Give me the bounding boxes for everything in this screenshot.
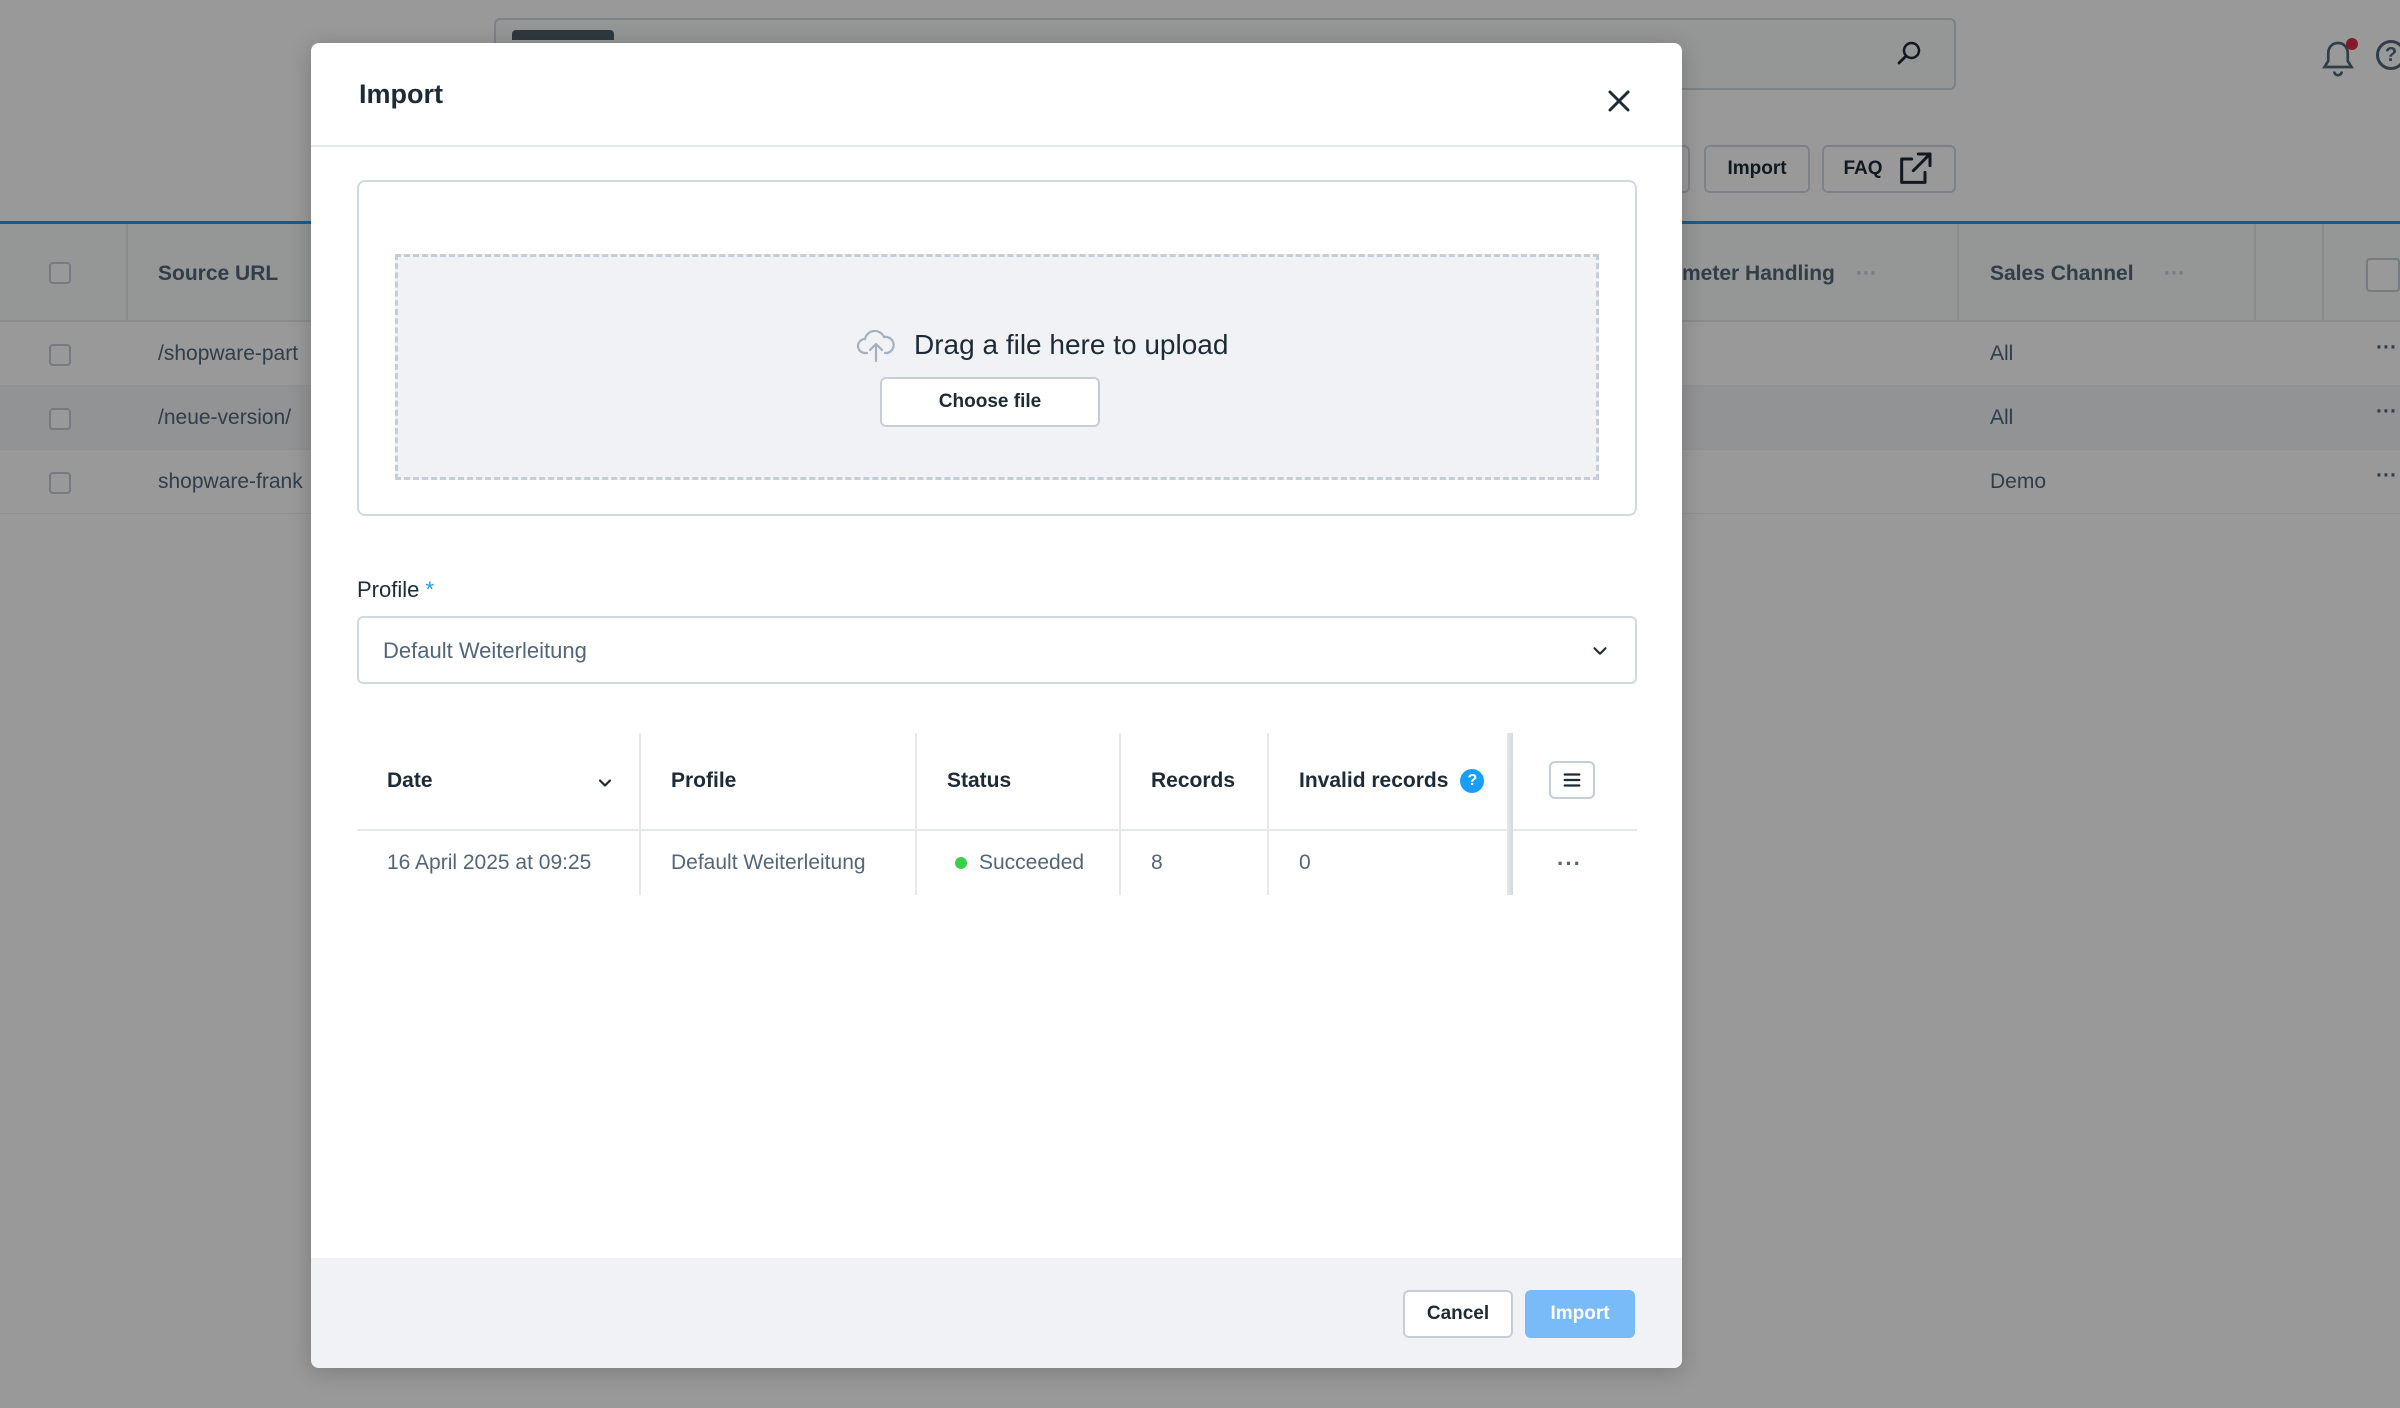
required-mark: * bbox=[425, 577, 435, 602]
modal-title: Import bbox=[359, 79, 443, 109]
th-records[interactable]: Records bbox=[1151, 769, 1235, 793]
file-dropzone[interactable]: Drag a file here to upload Choose file bbox=[395, 254, 1599, 480]
upload-card: Drag a file here to upload Choose file bbox=[357, 180, 1637, 516]
profile-select-value: Default Weiterleitung bbox=[383, 638, 587, 663]
status-success-dot bbox=[955, 857, 967, 869]
modal-header: Import bbox=[311, 43, 1682, 147]
info-icon[interactable]: ? bbox=[1460, 769, 1485, 793]
dropzone-prompt: Drag a file here to upload bbox=[856, 327, 1228, 363]
import-modal: Import Drag a file here to upload Choose… bbox=[311, 43, 1682, 1368]
table-row: 16 April 2025 at 09:25 Default Weiterlei… bbox=[357, 831, 1637, 895]
log-table-header: Date Profile Status Records Invalid reco… bbox=[357, 733, 1637, 831]
cell-profile: Default Weiterleitung bbox=[671, 851, 866, 874]
th-profile[interactable]: Profile bbox=[671, 769, 736, 793]
chevron-down-icon bbox=[1593, 647, 1607, 655]
column-settings-button[interactable] bbox=[1549, 761, 1595, 799]
list-icon bbox=[1563, 773, 1581, 787]
cloud-upload-icon bbox=[856, 329, 895, 363]
th-invalid-records[interactable]: Invalid records ? bbox=[1299, 769, 1485, 793]
th-date[interactable]: Date bbox=[387, 769, 433, 793]
status-text: Succeeded bbox=[979, 851, 1085, 874]
choose-file-button[interactable]: Choose file bbox=[880, 377, 1100, 427]
dropzone-text: Drag a file here to upload bbox=[914, 329, 1229, 360]
import-log-table: Date Profile Status Records Invalid reco… bbox=[357, 733, 1637, 937]
cell-invalid-records: 0 bbox=[1299, 851, 1311, 874]
cell-records: 8 bbox=[1151, 851, 1163, 874]
close-icon[interactable] bbox=[1601, 83, 1637, 119]
cell-date: 16 April 2025 at 09:25 bbox=[387, 851, 592, 874]
sort-down-icon[interactable] bbox=[595, 773, 615, 793]
profile-select[interactable]: Default Weiterleitung bbox=[357, 616, 1637, 684]
import-button[interactable]: Import bbox=[1525, 1290, 1635, 1338]
row-actions-button[interactable]: ··· bbox=[1557, 851, 1582, 877]
modal-footer: Cancel Import bbox=[311, 1258, 1682, 1368]
profile-label: Profile * bbox=[357, 577, 435, 602]
cell-status: Succeeded bbox=[955, 851, 1084, 875]
th-status[interactable]: Status bbox=[947, 769, 1011, 793]
cancel-button[interactable]: Cancel bbox=[1403, 1290, 1513, 1338]
